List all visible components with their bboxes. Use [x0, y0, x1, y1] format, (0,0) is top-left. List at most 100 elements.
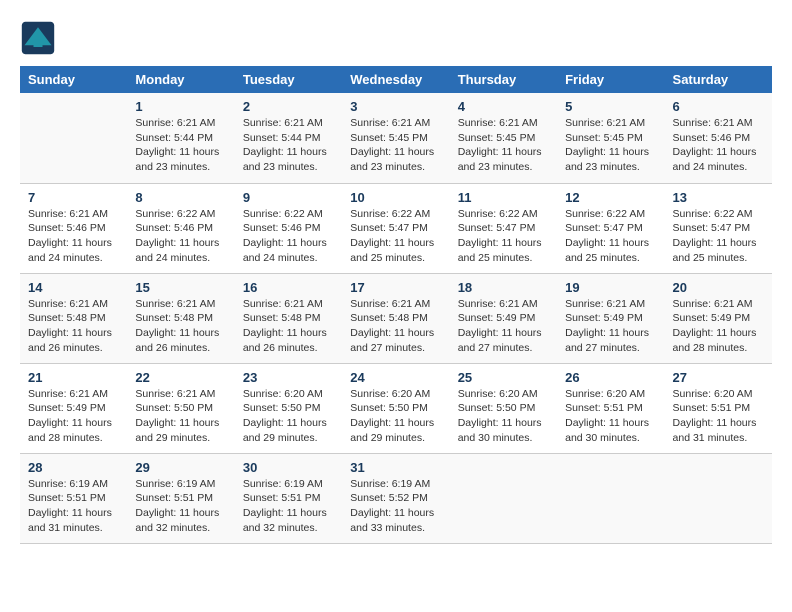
day-number: 9 — [243, 190, 334, 205]
week-row-4: 21 Sunrise: 6:21 AM Sunset: 5:49 PM Dayli… — [20, 363, 772, 453]
calendar-cell: 22Sunrise: 6:21 AM Sunset: 5:50 PM Dayli… — [127, 363, 234, 453]
day-info: Sunrise: 6:21 AM Sunset: 5:48 PM Dayligh… — [28, 297, 119, 356]
day-info: Sunrise: 6:19 AM Sunset: 5:52 PM Dayligh… — [350, 477, 441, 536]
day-number: 5 — [565, 99, 656, 114]
calendar-cell: 29 Sunrise: 6:19 AM Sunset: 5:51 PM Dayli… — [127, 453, 234, 543]
calendar-cell — [557, 453, 664, 543]
day-info: Sunrise: 6:20 AM Sunset: 5:51 PM Dayligh… — [565, 387, 656, 446]
day-info: Sunrise: 6:21 AM Sunset: 5:45 PM Dayligh… — [565, 116, 656, 175]
day-number: 7 — [28, 190, 119, 205]
calendar-cell: 5 Sunrise: 6:21 AM Sunset: 5:45 PM Daylig… — [557, 93, 664, 183]
calendar-cell: 13Sunrise: 6:22 AM Sunset: 5:47 PM Dayli… — [665, 183, 772, 273]
day-number: 17 — [350, 280, 441, 295]
day-number: 4 — [458, 99, 549, 114]
day-number: 30 — [243, 460, 334, 475]
day-info: Sunrise: 6:21 AM Sunset: 5:48 PM Dayligh… — [135, 297, 226, 356]
calendar-cell: 9Sunrise: 6:22 AM Sunset: 5:46 PM Daylig… — [235, 183, 342, 273]
day-number: 14 — [28, 280, 119, 295]
day-info: Sunrise: 6:22 AM Sunset: 5:46 PM Dayligh… — [135, 207, 226, 266]
day-number: 18 — [458, 280, 549, 295]
day-info: Sunrise: 6:19 AM Sunset: 5:51 PM Dayligh… — [28, 477, 119, 536]
week-row-5: 28 Sunrise: 6:19 AM Sunset: 5:51 PM Dayli… — [20, 453, 772, 543]
calendar-cell: 24 Sunrise: 6:20 AM Sunset: 5:50 PM Dayli… — [342, 363, 449, 453]
calendar-cell: 26Sunrise: 6:20 AM Sunset: 5:51 PM Dayli… — [557, 363, 664, 453]
calendar-cell: 10Sunrise: 6:22 AM Sunset: 5:47 PM Dayli… — [342, 183, 449, 273]
week-row-1: 1 Sunrise: 6:21 AM Sunset: 5:44 PM Daylig… — [20, 93, 772, 183]
calendar-cell: 1 Sunrise: 6:21 AM Sunset: 5:44 PM Daylig… — [127, 93, 234, 183]
calendar-cell: 12 Sunrise: 6:22 AM Sunset: 5:47 PM Dayli… — [557, 183, 664, 273]
day-info: Sunrise: 6:21 AM Sunset: 5:49 PM Dayligh… — [565, 297, 656, 356]
day-number: 15 — [135, 280, 226, 295]
calendar-cell: 31 Sunrise: 6:19 AM Sunset: 5:52 PM Dayli… — [342, 453, 449, 543]
calendar-cell: 7 Sunrise: 6:21 AM Sunset: 5:46 PM Daylig… — [20, 183, 127, 273]
calendar-cell: 3 Sunrise: 6:21 AM Sunset: 5:45 PM Daylig… — [342, 93, 449, 183]
calendar-cell: 11 Sunrise: 6:22 AM Sunset: 5:47 PM Dayli… — [450, 183, 557, 273]
calendar-cell — [20, 93, 127, 183]
day-number: 10 — [350, 190, 441, 205]
calendar-cell — [665, 453, 772, 543]
calendar-cell: 8 Sunrise: 6:22 AM Sunset: 5:46 PM Daylig… — [127, 183, 234, 273]
header-monday: Monday — [127, 66, 234, 93]
day-info: Sunrise: 6:20 AM Sunset: 5:51 PM Dayligh… — [673, 387, 764, 446]
week-row-3: 14 Sunrise: 6:21 AM Sunset: 5:48 PM Dayli… — [20, 273, 772, 363]
calendar-cell: 15 Sunrise: 6:21 AM Sunset: 5:48 PM Dayli… — [127, 273, 234, 363]
day-number: 24 — [350, 370, 441, 385]
header-wednesday: Wednesday — [342, 66, 449, 93]
day-number: 25 — [458, 370, 549, 385]
day-info: Sunrise: 6:21 AM Sunset: 5:46 PM Dayligh… — [28, 207, 119, 266]
calendar-cell — [450, 453, 557, 543]
header-sunday: Sunday — [20, 66, 127, 93]
calendar-cell: 2 Sunrise: 6:21 AM Sunset: 5:44 PM Daylig… — [235, 93, 342, 183]
day-info: Sunrise: 6:19 AM Sunset: 5:51 PM Dayligh… — [243, 477, 334, 536]
day-number: 3 — [350, 99, 441, 114]
day-info: Sunrise: 6:22 AM Sunset: 5:47 PM Dayligh… — [458, 207, 549, 266]
day-info: Sunrise: 6:20 AM Sunset: 5:50 PM Dayligh… — [350, 387, 441, 446]
calendar-table: SundayMondayTuesdayWednesdayThursdayFrid… — [20, 66, 772, 544]
header-friday: Friday — [557, 66, 664, 93]
day-number: 19 — [565, 280, 656, 295]
calendar-cell: 27 Sunrise: 6:20 AM Sunset: 5:51 PM Dayli… — [665, 363, 772, 453]
header-saturday: Saturday — [665, 66, 772, 93]
calendar-cell: 23Sunrise: 6:20 AM Sunset: 5:50 PM Dayli… — [235, 363, 342, 453]
day-number: 1 — [135, 99, 226, 114]
day-info: Sunrise: 6:21 AM Sunset: 5:49 PM Dayligh… — [673, 297, 764, 356]
calendar-cell: 30 Sunrise: 6:19 AM Sunset: 5:51 PM Dayli… — [235, 453, 342, 543]
day-number: 12 — [565, 190, 656, 205]
calendar-cell: 18 Sunrise: 6:21 AM Sunset: 5:49 PM Dayli… — [450, 273, 557, 363]
calendar-cell: 21 Sunrise: 6:21 AM Sunset: 5:49 PM Dayli… — [20, 363, 127, 453]
calendar-cell: 16Sunrise: 6:21 AM Sunset: 5:48 PM Dayli… — [235, 273, 342, 363]
day-info: Sunrise: 6:20 AM Sunset: 5:50 PM Dayligh… — [243, 387, 334, 446]
header-tuesday: Tuesday — [235, 66, 342, 93]
day-info: Sunrise: 6:21 AM Sunset: 5:46 PM Dayligh… — [673, 116, 764, 175]
day-info: Sunrise: 6:21 AM Sunset: 5:49 PM Dayligh… — [458, 297, 549, 356]
day-info: Sunrise: 6:21 AM Sunset: 5:45 PM Dayligh… — [458, 116, 549, 175]
day-number: 21 — [28, 370, 119, 385]
calendar-cell: 28 Sunrise: 6:19 AM Sunset: 5:51 PM Dayli… — [20, 453, 127, 543]
day-info: Sunrise: 6:21 AM Sunset: 5:49 PM Dayligh… — [28, 387, 119, 446]
day-number: 6 — [673, 99, 764, 114]
day-number: 29 — [135, 460, 226, 475]
day-number: 8 — [135, 190, 226, 205]
calendar-cell: 14 Sunrise: 6:21 AM Sunset: 5:48 PM Dayli… — [20, 273, 127, 363]
day-number: 16 — [243, 280, 334, 295]
day-number: 2 — [243, 99, 334, 114]
day-info: Sunrise: 6:22 AM Sunset: 5:47 PM Dayligh… — [673, 207, 764, 266]
day-info: Sunrise: 6:21 AM Sunset: 5:44 PM Dayligh… — [243, 116, 334, 175]
day-info: Sunrise: 6:21 AM Sunset: 5:45 PM Dayligh… — [350, 116, 441, 175]
week-row-2: 7 Sunrise: 6:21 AM Sunset: 5:46 PM Daylig… — [20, 183, 772, 273]
day-number: 20 — [673, 280, 764, 295]
header-thursday: Thursday — [450, 66, 557, 93]
calendar-cell: 20 Sunrise: 6:21 AM Sunset: 5:49 PM Dayli… — [665, 273, 772, 363]
day-info: Sunrise: 6:20 AM Sunset: 5:50 PM Dayligh… — [458, 387, 549, 446]
calendar-cell: 25 Sunrise: 6:20 AM Sunset: 5:50 PM Dayli… — [450, 363, 557, 453]
day-number: 28 — [28, 460, 119, 475]
day-info: Sunrise: 6:19 AM Sunset: 5:51 PM Dayligh… — [135, 477, 226, 536]
day-number: 11 — [458, 190, 549, 205]
day-info: Sunrise: 6:22 AM Sunset: 5:47 PM Dayligh… — [565, 207, 656, 266]
day-number: 31 — [350, 460, 441, 475]
calendar-cell: 6 Sunrise: 6:21 AM Sunset: 5:46 PM Daylig… — [665, 93, 772, 183]
day-info: Sunrise: 6:21 AM Sunset: 5:44 PM Dayligh… — [135, 116, 226, 175]
day-number: 27 — [673, 370, 764, 385]
calendar-cell: 17Sunrise: 6:21 AM Sunset: 5:48 PM Dayli… — [342, 273, 449, 363]
day-info: Sunrise: 6:21 AM Sunset: 5:50 PM Dayligh… — [135, 387, 226, 446]
